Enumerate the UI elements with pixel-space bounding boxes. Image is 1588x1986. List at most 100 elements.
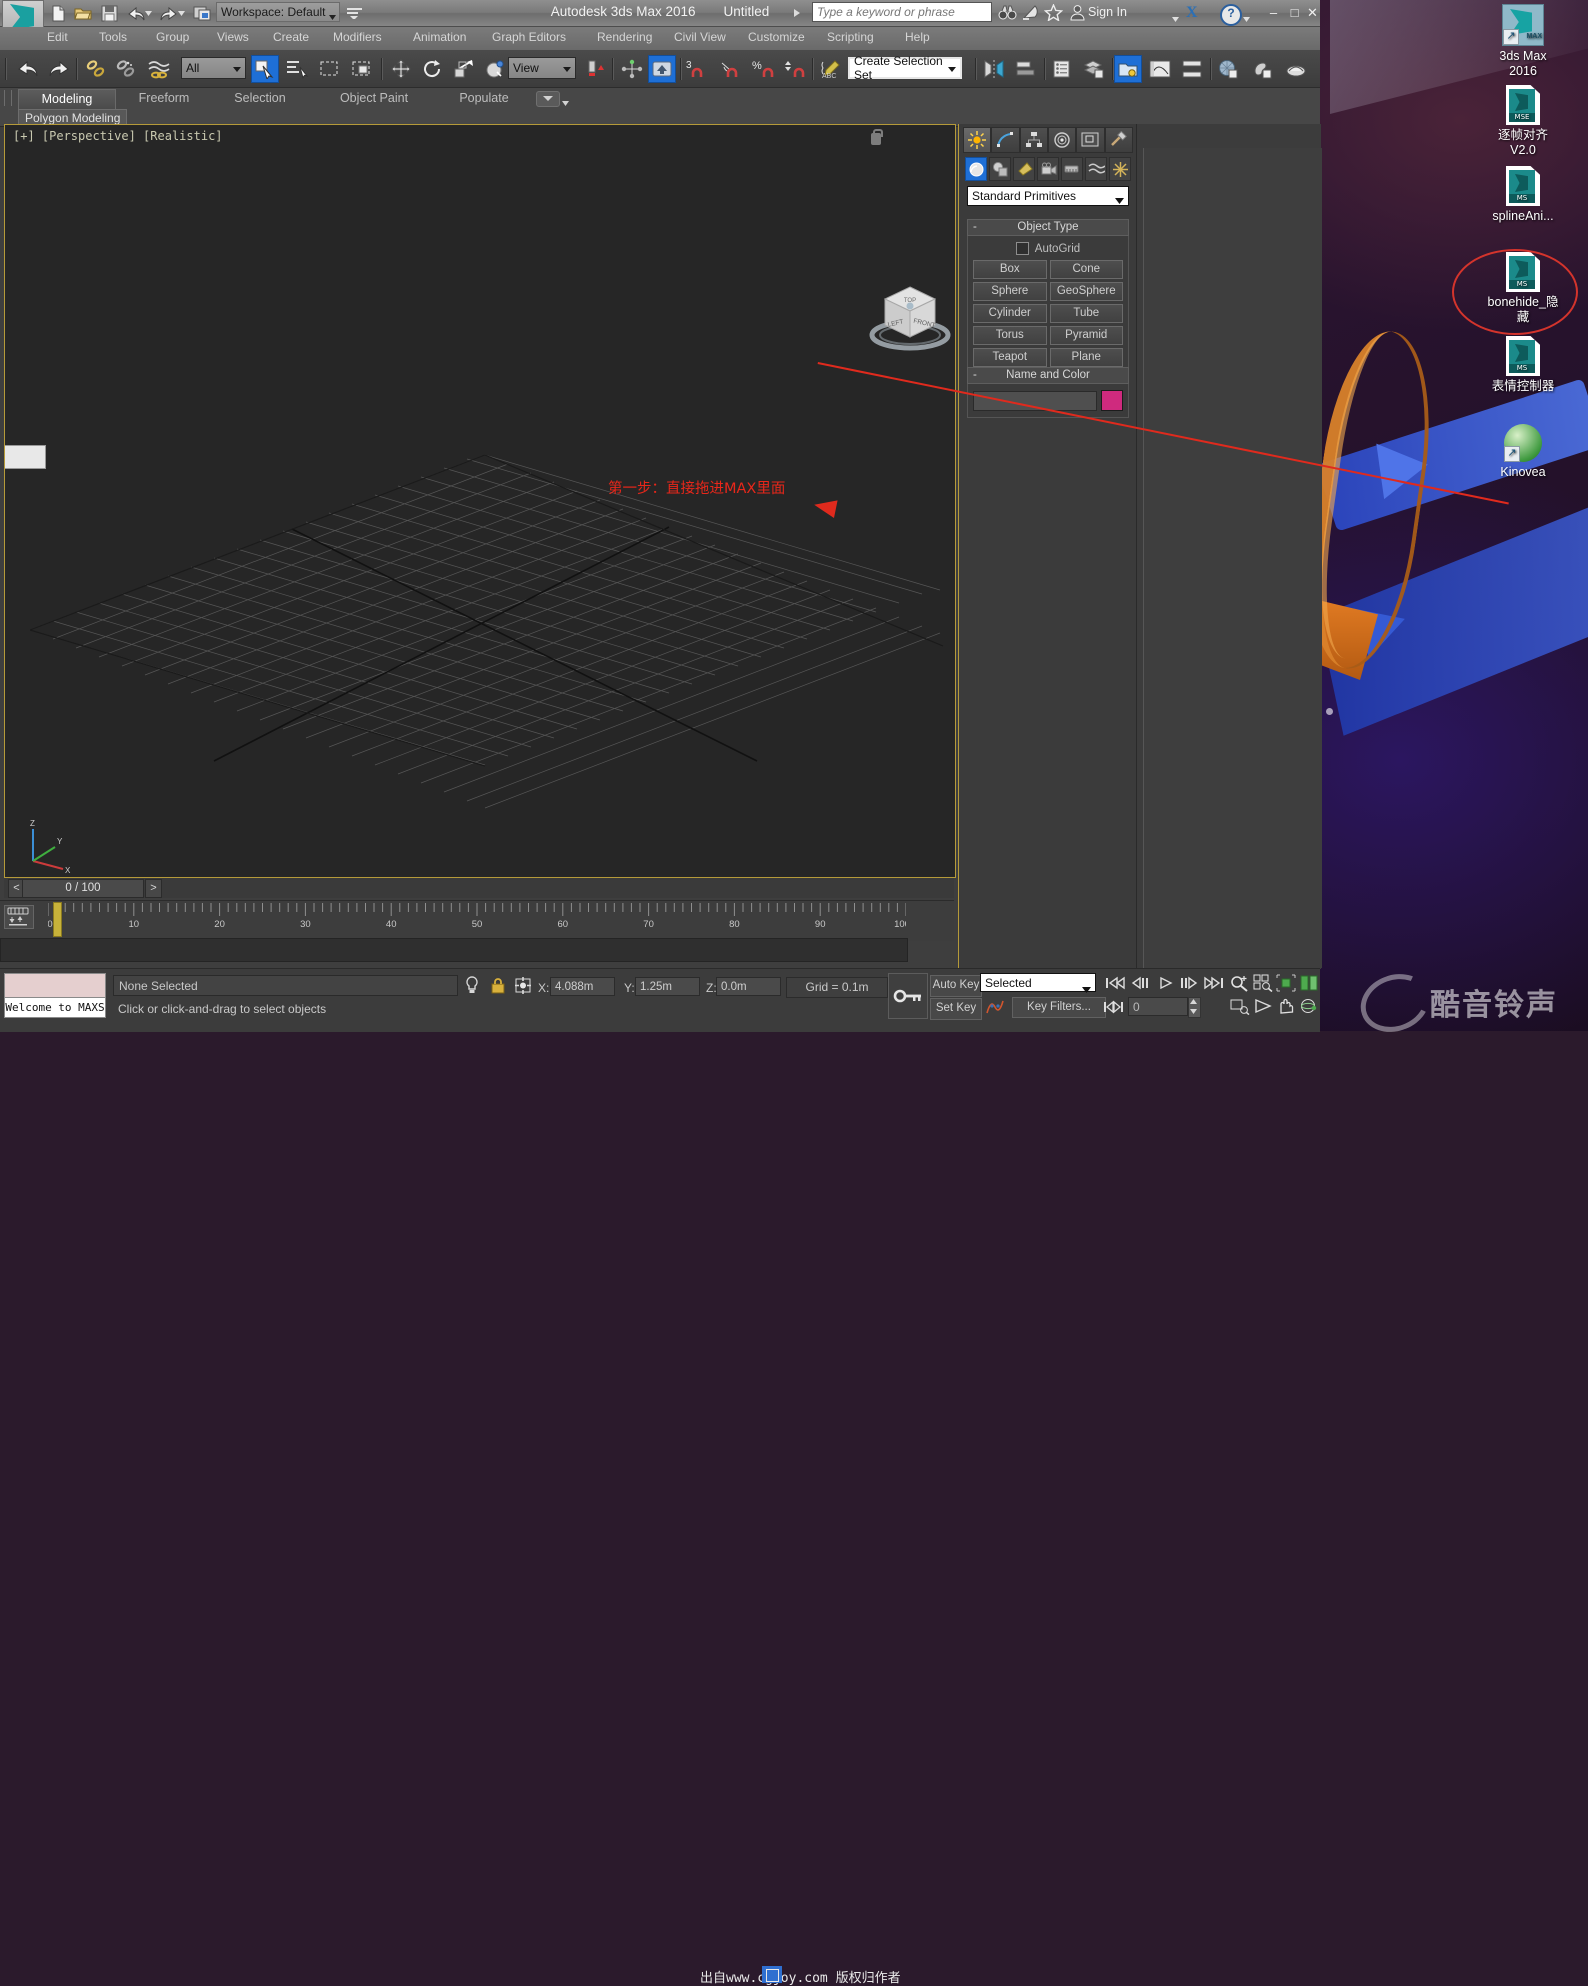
helpers-icon[interactable] [1061, 157, 1083, 181]
ribbon-display-options-icon[interactable] [536, 91, 560, 107]
placement-tool-icon[interactable] [482, 55, 510, 83]
align-icon[interactable] [1012, 55, 1040, 83]
rollout-collapse-icon[interactable]: - [973, 368, 977, 383]
star-icon[interactable] [1043, 3, 1064, 23]
play-animation-icon[interactable] [1155, 973, 1177, 993]
time-slider-field[interactable]: 0 / 100 [22, 879, 144, 898]
space-warps-icon[interactable] [1085, 157, 1107, 181]
time-slider[interactable]: < 0 / 100 > [4, 878, 954, 898]
menu-item-modifiers[interactable]: Modifiers [333, 30, 382, 44]
box-button[interactable]: Box [973, 260, 1047, 279]
desktop-icon-splineani[interactable]: MS splineAni... [1475, 166, 1571, 224]
pyramid-button[interactable]: Pyramid [1049, 326, 1123, 345]
ribbon-tab-freeform[interactable]: Freeform [118, 89, 210, 108]
viewport-label[interactable]: [+] [Perspective] [Realistic] [13, 129, 223, 143]
menu-item-tools[interactable]: Tools [99, 30, 127, 44]
absolute-relative-transform-icon[interactable] [514, 976, 534, 996]
ribbon-grip[interactable] [4, 90, 12, 106]
set-key-button[interactable]: Set Key [930, 998, 982, 1020]
select-and-rotate-icon[interactable] [418, 55, 446, 83]
reference-coordinate-system-combo[interactable]: View [508, 57, 576, 79]
desktop-icon-kinovea[interactable]: ↗ Kinovea [1475, 424, 1571, 480]
ribbon-tab-selection[interactable]: Selection [214, 89, 306, 108]
zoom-extents-icon[interactable] [1274, 972, 1297, 993]
key-filters-button[interactable]: Key Filters... [1012, 997, 1106, 1018]
go-to-end-icon[interactable] [1203, 973, 1225, 993]
chevron-down-icon[interactable] [1243, 11, 1250, 25]
track-view-strip[interactable] [0, 938, 908, 962]
autogrid-checkbox[interactable] [1015, 242, 1029, 255]
workspace-selector[interactable]: Workspace: Default [216, 2, 340, 22]
ribbon-tab-modeling[interactable]: Modeling [18, 89, 116, 109]
layer-explorer-icon[interactable] [1080, 55, 1108, 83]
render-setup-icon[interactable] [1248, 55, 1276, 83]
select-and-scale-icon[interactable] [450, 55, 478, 83]
maxscript-prompt-line[interactable]: Welcome to MAXS [4, 997, 106, 1018]
chevron-down-icon[interactable] [562, 95, 569, 109]
lock-selection-icon[interactable] [489, 976, 509, 996]
material-editor-icon[interactable] [1214, 55, 1242, 83]
display-tab[interactable] [1076, 127, 1105, 153]
modify-tab[interactable] [991, 127, 1020, 153]
auto-key-button[interactable]: Auto Key [930, 975, 982, 997]
use-pivot-point-center-icon[interactable] [582, 55, 610, 83]
name-and-color-header[interactable]: - Name and Color [967, 367, 1129, 384]
plane-button[interactable]: Plane [1049, 348, 1123, 367]
cameras-icon[interactable] [1037, 157, 1059, 181]
undo-dropdown-icon[interactable] [144, 3, 153, 23]
zoom-extents-all-icon[interactable] [1297, 972, 1320, 993]
ribbon-tab-populate[interactable]: Populate [440, 89, 528, 108]
object-type-header[interactable]: - Object Type [967, 219, 1129, 236]
user-account-icon[interactable] [1068, 4, 1087, 23]
time-slider-handle[interactable] [53, 902, 62, 937]
hierarchy-tab[interactable] [1019, 127, 1048, 153]
help-icon[interactable]: ? [1220, 4, 1242, 26]
render-production-icon[interactable] [1282, 55, 1310, 83]
key-mode-combo[interactable]: Selected [980, 973, 1096, 993]
search-input[interactable]: Type a keyword or phrase [812, 2, 992, 22]
satellite-dish-icon[interactable] [1022, 4, 1041, 23]
cylinder-button[interactable]: Cylinder [973, 304, 1047, 323]
rollout-collapse-icon[interactable]: - [973, 220, 977, 235]
exchange-app-store-icon[interactable]: X [1186, 4, 1198, 22]
spinner-snap-toggle-icon[interactable] [782, 55, 810, 83]
unlink-selection-icon[interactable] [112, 55, 140, 83]
undo-icon[interactable] [126, 3, 146, 23]
menu-item-rendering[interactable]: Rendering [597, 30, 652, 44]
object-color-swatch[interactable] [1101, 390, 1123, 411]
desktop-icon-biaoqing-kongzhiqi[interactable]: MS 表情控制器 [1475, 336, 1571, 394]
minimize-button[interactable]: – [1264, 3, 1283, 22]
orbit-icon[interactable] [1297, 995, 1320, 1016]
lights-icon[interactable] [1013, 157, 1035, 181]
motion-tab[interactable] [1047, 127, 1077, 153]
select-by-name-icon[interactable] [284, 55, 312, 83]
menu-item-scripting[interactable]: Scripting [827, 30, 874, 44]
set-key-mode-curve-icon[interactable] [985, 997, 1005, 1017]
bind-to-space-warp-icon[interactable] [145, 55, 173, 83]
cone-button[interactable]: Cone [1049, 260, 1123, 279]
next-frame-arrow[interactable]: > [145, 879, 162, 898]
curve-editor-icon[interactable] [1146, 55, 1174, 83]
schematic-view-icon[interactable] [1178, 55, 1206, 83]
systems-icon[interactable] [1109, 157, 1131, 181]
desktop-icon-3ds-max[interactable]: MAX ↗ 3ds Max 2016 [1475, 4, 1571, 79]
angle-snap-degree-icon[interactable] [716, 55, 744, 83]
menu-item-customize[interactable]: Customize [748, 30, 805, 44]
field-of-view-icon[interactable] [1228, 995, 1251, 1016]
customize-qat-icon[interactable] [344, 3, 364, 23]
walk-through-icon[interactable] [1251, 995, 1274, 1016]
sign-in-button[interactable]: Sign In [1088, 5, 1127, 19]
current-frame-spinner[interactable] [1188, 997, 1201, 1018]
menu-item-animation[interactable]: Animation [413, 30, 466, 44]
menu-item-civil-view[interactable]: Civil View [674, 30, 726, 44]
menu-item-group[interactable]: Group [156, 30, 189, 44]
binoculars-icon[interactable] [998, 4, 1017, 23]
redo-icon[interactable] [45, 55, 73, 83]
z-coord-field[interactable]: 0.0m [716, 977, 781, 996]
named-selection-set-combo[interactable]: Create Selection Set [848, 54, 962, 82]
maximize-button[interactable]: □ [1285, 3, 1304, 22]
torus-button[interactable]: Torus [973, 326, 1047, 345]
chevron-down-icon[interactable] [1172, 11, 1179, 25]
subcategory-combo[interactable]: Standard Primitives [967, 186, 1129, 206]
ribbon-tab-object-paint[interactable]: Object Paint [322, 89, 426, 108]
